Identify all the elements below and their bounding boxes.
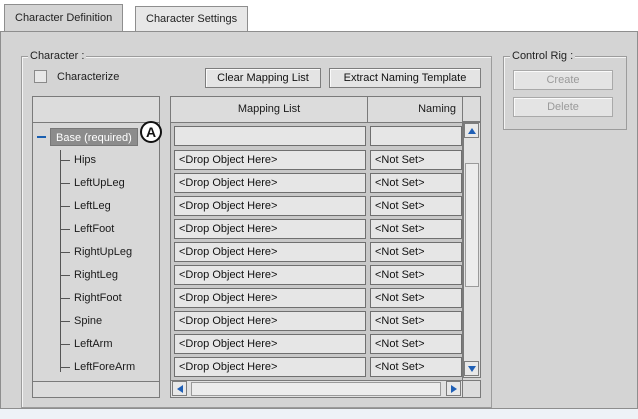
tree-node[interactable]: LeftUpLeg bbox=[60, 172, 125, 194]
mapping-cell[interactable]: <Drop Object Here> bbox=[174, 242, 366, 262]
tree-node-label: LeftLeg bbox=[74, 200, 111, 212]
naming-cell[interactable]: <Not Set> bbox=[370, 173, 462, 193]
tree-node[interactable]: LeftArm bbox=[60, 333, 113, 355]
naming-cell[interactable]: <Not Set> bbox=[370, 242, 462, 262]
mapping-grid[interactable]: Mapping List Naming <Drop Object Here> <N… bbox=[170, 96, 463, 398]
tab-character-definition[interactable]: Character Definition bbox=[4, 4, 124, 32]
naming-cell[interactable]: <Not Set> bbox=[370, 357, 462, 377]
tree-branch-icon bbox=[60, 274, 70, 276]
tree-node-label: Spine bbox=[74, 315, 103, 327]
mapping-cell[interactable]: <Drop Object Here> bbox=[174, 311, 366, 331]
tree-node-label: Hips bbox=[74, 154, 97, 166]
mapping-cell[interactable]: <Drop Object Here> bbox=[174, 150, 366, 170]
naming-cell[interactable]: <Not Set> bbox=[370, 311, 462, 331]
column-header-mapping-list[interactable]: Mapping List bbox=[171, 97, 368, 122]
tree-node[interactable]: LeftForeArm bbox=[60, 356, 135, 378]
tree-branch-icon bbox=[60, 159, 70, 161]
characterize-checkbox[interactable] bbox=[34, 70, 47, 83]
tree-node-label: RightLeg bbox=[74, 269, 119, 281]
tree-node-label: RightFoot bbox=[74, 292, 122, 304]
tree-node-label: RightUpLeg bbox=[74, 246, 133, 258]
tree-node-label: LeftFoot bbox=[74, 223, 115, 235]
grid-header: Mapping List Naming bbox=[171, 97, 462, 123]
tree-node[interactable]: Hips bbox=[60, 149, 96, 171]
extract-naming-template-button[interactable]: Extract Naming Template bbox=[329, 68, 481, 88]
naming-cell[interactable]: <Not Set> bbox=[370, 196, 462, 216]
mapping-cell[interactable]: <Drop Object Here> bbox=[174, 219, 366, 239]
mapping-cell[interactable]: <Drop Object Here> bbox=[174, 196, 366, 216]
mapping-cell[interactable] bbox=[174, 126, 366, 146]
mapping-cell[interactable]: <Drop Object Here> bbox=[174, 288, 366, 308]
control-rig-group-title: Control Rig : bbox=[510, 49, 576, 63]
tree-node-label: LeftArm bbox=[74, 338, 113, 350]
scroll-left-button[interactable] bbox=[172, 381, 187, 396]
tree-node-base[interactable]: Base (required) bbox=[35, 127, 138, 147]
arrow-down-icon bbox=[468, 366, 476, 372]
scroll-right-button[interactable] bbox=[446, 381, 461, 396]
scrollbar-corner bbox=[463, 380, 481, 398]
clear-mapping-list-button[interactable]: Clear Mapping List bbox=[205, 68, 321, 88]
mapping-cell[interactable]: <Drop Object Here> bbox=[174, 357, 366, 377]
naming-cell[interactable]: <Not Set> bbox=[370, 288, 462, 308]
mapping-cell[interactable]: <Drop Object Here> bbox=[174, 265, 366, 285]
tree-node[interactable]: Spine bbox=[60, 310, 102, 332]
tree-node-label: LeftForeArm bbox=[74, 361, 136, 373]
scroll-down-button[interactable] bbox=[464, 361, 479, 376]
character-group-title: Character : bbox=[28, 49, 87, 63]
scrollbar-header-spacer bbox=[463, 96, 481, 122]
vertical-scroll-thumb[interactable] bbox=[465, 163, 479, 287]
callout-badge: A bbox=[140, 121, 162, 143]
tab-character-settings[interactable]: Character Settings bbox=[135, 6, 249, 32]
characterize-option[interactable]: Characterize bbox=[34, 70, 119, 83]
tree-branch-icon bbox=[60, 343, 70, 345]
tab-bar: Character Definition Character Settings bbox=[0, 0, 638, 32]
horizontal-scroll-thumb[interactable] bbox=[191, 382, 441, 396]
control-rig-group: Control Rig : bbox=[503, 49, 627, 130]
vertical-scrollbar[interactable] bbox=[463, 122, 481, 378]
arrow-left-icon bbox=[177, 385, 183, 393]
tree-footer bbox=[33, 381, 159, 397]
collapse-icon[interactable] bbox=[37, 136, 46, 138]
create-button[interactable]: Create bbox=[513, 70, 613, 90]
naming-cell[interactable]: <Not Set> bbox=[370, 219, 462, 239]
naming-cell[interactable]: <Not Set> bbox=[370, 334, 462, 354]
tree-node[interactable]: RightFoot bbox=[60, 287, 122, 309]
tree-header bbox=[33, 97, 159, 123]
tree-branch-icon bbox=[60, 366, 70, 368]
mapping-cell[interactable]: <Drop Object Here> bbox=[174, 173, 366, 193]
arrow-up-icon bbox=[468, 128, 476, 134]
naming-cell[interactable]: <Not Set> bbox=[370, 265, 462, 285]
tree-node-label: LeftUpLeg bbox=[74, 177, 125, 189]
delete-button[interactable]: Delete bbox=[513, 97, 613, 117]
mapping-cell[interactable]: <Drop Object Here> bbox=[174, 334, 366, 354]
naming-cell[interactable] bbox=[370, 126, 462, 146]
arrow-right-icon bbox=[451, 385, 457, 393]
characterize-label: Characterize bbox=[57, 70, 120, 83]
tree-node[interactable]: LeftFoot bbox=[60, 218, 114, 240]
tree-node-base-label[interactable]: Base (required) bbox=[50, 128, 138, 146]
tree-node[interactable]: LeftLeg bbox=[60, 195, 111, 217]
tree-node[interactable]: RightLeg bbox=[60, 264, 118, 286]
tree-branch-icon bbox=[60, 205, 70, 207]
column-header-naming[interactable]: Naming bbox=[368, 97, 462, 122]
tree-branch-icon bbox=[60, 297, 70, 299]
tree-branch-icon bbox=[60, 182, 70, 184]
tree-branch-icon bbox=[60, 320, 70, 322]
scroll-up-button[interactable] bbox=[464, 123, 479, 138]
horizontal-scrollbar[interactable] bbox=[170, 380, 463, 398]
tree-branch-icon bbox=[60, 251, 70, 253]
naming-cell[interactable]: <Not Set> bbox=[370, 150, 462, 170]
tree-branch-icon bbox=[60, 228, 70, 230]
panel-bottom-strip bbox=[0, 408, 638, 419]
tree-node[interactable]: RightUpLeg bbox=[60, 241, 132, 263]
